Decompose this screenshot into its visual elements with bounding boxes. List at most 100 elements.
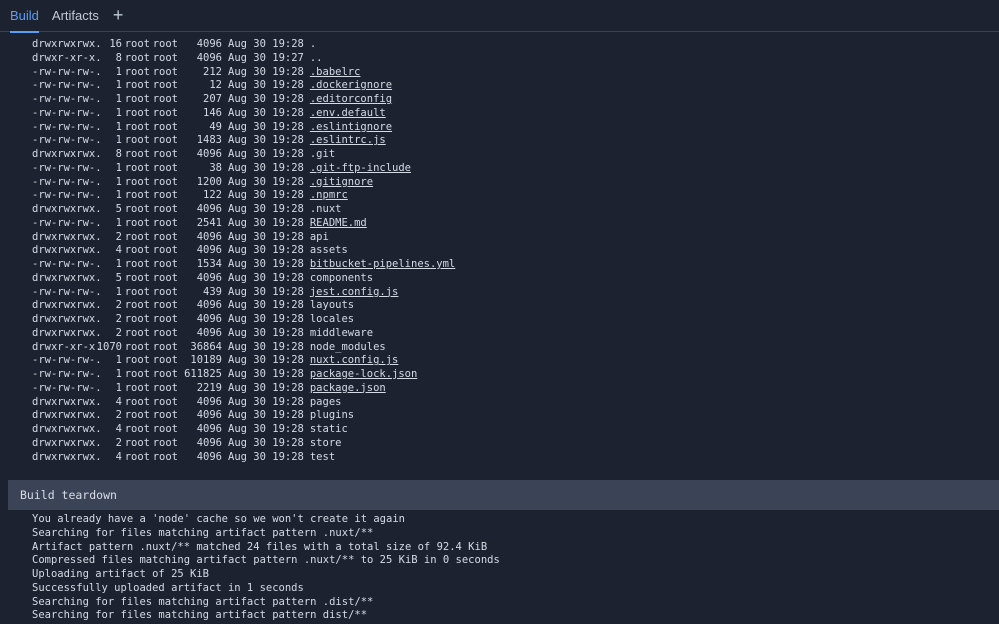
file-size: 4096 <box>196 436 222 449</box>
log-line: Compressed files matching artifact patte… <box>32 554 500 567</box>
owner: root <box>124 354 150 367</box>
group: root <box>152 148 178 160</box>
file-name: assets <box>309 244 348 257</box>
owner: root <box>124 51 150 64</box>
file-size: 4096 <box>196 299 222 312</box>
owner: root <box>124 381 150 394</box>
link-count: 1 <box>115 189 122 202</box>
link-count: 1 <box>115 368 122 380</box>
link-count: 4 <box>115 395 122 408</box>
file-size: 10189 <box>190 354 222 367</box>
modified-date: Aug 30 19:28 <box>228 450 304 463</box>
link-count: 1 <box>115 79 122 92</box>
file-name: .nuxt <box>309 203 342 215</box>
modified-date: Aug 30 19:28 <box>228 230 304 243</box>
file-name[interactable]: .editorconfig <box>310 93 392 107</box>
permissions: drwxrwxrwx. <box>32 450 102 463</box>
listing-row: drwxrwxrwx. 4 root root 4096 Aug 30 19:28 asse… <box>32 244 455 258</box>
file-size: 1483 <box>196 134 222 147</box>
listing-row: drwxrwxrwx. 5 root root 4096 Aug 30 19:28 comp… <box>32 272 455 286</box>
file-name[interactable]: .dockerignore <box>310 79 392 93</box>
tab-artifacts[interactable]: Artifacts <box>52 0 99 32</box>
owner: root <box>124 450 150 463</box>
file-name: static <box>309 423 348 435</box>
group: root <box>152 244 178 257</box>
file-size: 207 <box>203 93 222 105</box>
file-size: 4096 <box>196 244 222 257</box>
file-name[interactable]: .babelrc <box>310 66 361 80</box>
permissions: -rw-rw-rw-. <box>32 161 102 174</box>
listing-row: drwxr-xr-x. 8 root root 4096 Aug 30 19:27.. <box>32 52 455 66</box>
permissions: -rw-rw-rw-. <box>32 368 102 380</box>
owner: root <box>124 244 150 257</box>
listing-row: -rw-rw-rw-. 1 root root 12 Aug 30 19:28 .docke… <box>32 79 455 93</box>
listing-row: -rw-rw-rw-. 1 root root 611825 Aug 30 19:28 pa… <box>32 368 455 382</box>
file-name[interactable]: package-lock.json <box>310 368 417 382</box>
modified-date: Aug 30 19:28 <box>228 79 304 92</box>
file-name: store <box>309 436 342 449</box>
tab-build[interactable]: Build <box>10 0 39 33</box>
link-count: 8 <box>115 51 122 64</box>
file-name[interactable]: .gitignore <box>310 176 373 190</box>
modified-date: Aug 30 19:28 <box>228 120 304 133</box>
listing-row: -rw-rw-rw-. 1 root root 1483 Aug 30 19:28 .esl… <box>32 134 455 148</box>
file-name: . <box>309 38 317 50</box>
file-size: 611825 <box>184 368 222 380</box>
listing-row: drwxrwxrwx. 8 root root 4096 Aug 30 19:28 .git <box>32 148 455 162</box>
file-name[interactable]: .git-ftp-include <box>310 162 411 176</box>
listing-row: -rw-rw-rw-. 1 root root 212 Aug 30 19:28 .babe… <box>32 66 455 80</box>
file-name[interactable]: .eslintrc.js <box>310 134 386 148</box>
file-size: 2541 <box>196 216 222 229</box>
permissions: -rw-rw-rw-. <box>32 93 102 105</box>
permissions: drwxrwxrwx. <box>32 326 102 339</box>
file-name[interactable]: .eslintignore <box>310 121 392 135</box>
file-name: components <box>309 271 374 284</box>
owner: root <box>124 299 150 312</box>
modified-date: Aug 30 19:28 <box>228 354 304 367</box>
modified-date: Aug 30 19:28 <box>228 436 304 449</box>
file-name[interactable]: package.json <box>310 382 386 396</box>
permissions: -rw-rw-rw-. <box>32 381 102 394</box>
permissions: drwxrwxrwx. <box>32 203 102 215</box>
modified-date: Aug 30 19:28 <box>228 38 304 50</box>
section-header-build-teardown[interactable]: Build teardown <box>8 480 999 510</box>
log-line: You already have a 'node' cache so we wo… <box>32 513 405 525</box>
owner: root <box>124 203 150 215</box>
log-line: Searching for files matching artifact pa… <box>32 526 374 539</box>
permissions: drwxrwxrwx. <box>32 423 102 435</box>
file-name[interactable]: nuxt.config.js <box>310 354 399 368</box>
group: root <box>152 271 178 284</box>
file-name: plugins <box>309 409 355 422</box>
group: root <box>152 395 178 408</box>
file-name[interactable]: .env.default <box>310 107 386 121</box>
file-size: 4096 <box>196 423 222 435</box>
permissions: drwxrwxrwx. <box>32 395 102 408</box>
permissions: -rw-rw-rw-. <box>32 216 102 229</box>
listing-row: drwxrwxrwx. 2 root root 4096 Aug 30 19:28 stor… <box>32 437 455 451</box>
group: root <box>152 38 178 50</box>
file-size: 4096 <box>196 313 222 325</box>
link-count: 16 <box>109 38 122 50</box>
owner: root <box>124 175 150 188</box>
link-count: 2 <box>115 326 122 339</box>
modified-date: Aug 30 19:28 <box>228 299 304 312</box>
file-name: .. <box>309 51 323 64</box>
owner: root <box>124 409 150 422</box>
link-count: 5 <box>115 271 122 284</box>
permissions: -rw-rw-rw-. <box>32 120 102 133</box>
file-name[interactable]: bitbucket-pipelines.yml <box>310 258 455 272</box>
link-count: 1 <box>115 120 122 133</box>
file-size: 36864 <box>190 340 222 353</box>
file-name: .git <box>309 148 336 160</box>
group: root <box>152 216 178 229</box>
file-name[interactable]: README.md <box>310 217 367 231</box>
link-count: 4 <box>115 423 122 435</box>
listing-row: drwxrwxrwx. 2 root root 4096 Aug 30 19:28 midd… <box>32 327 455 341</box>
file-name[interactable]: jest.config.js <box>310 286 399 300</box>
listing-row: -rw-rw-rw-. 1 root root 1200 Aug 30 19:28 .git… <box>32 176 455 190</box>
add-tab-icon[interactable]: + <box>113 0 124 32</box>
listing-row: drwxrwxrwx. 4 root root 4096 Aug 30 19:28 test <box>32 451 455 465</box>
permissions: drwxr-xr-x. <box>32 340 102 353</box>
listing-row: drwxrwxrwx. 2 root root 4096 Aug 30 19:28 plug… <box>32 409 455 423</box>
file-name[interactable]: .npmrc <box>310 189 348 203</box>
